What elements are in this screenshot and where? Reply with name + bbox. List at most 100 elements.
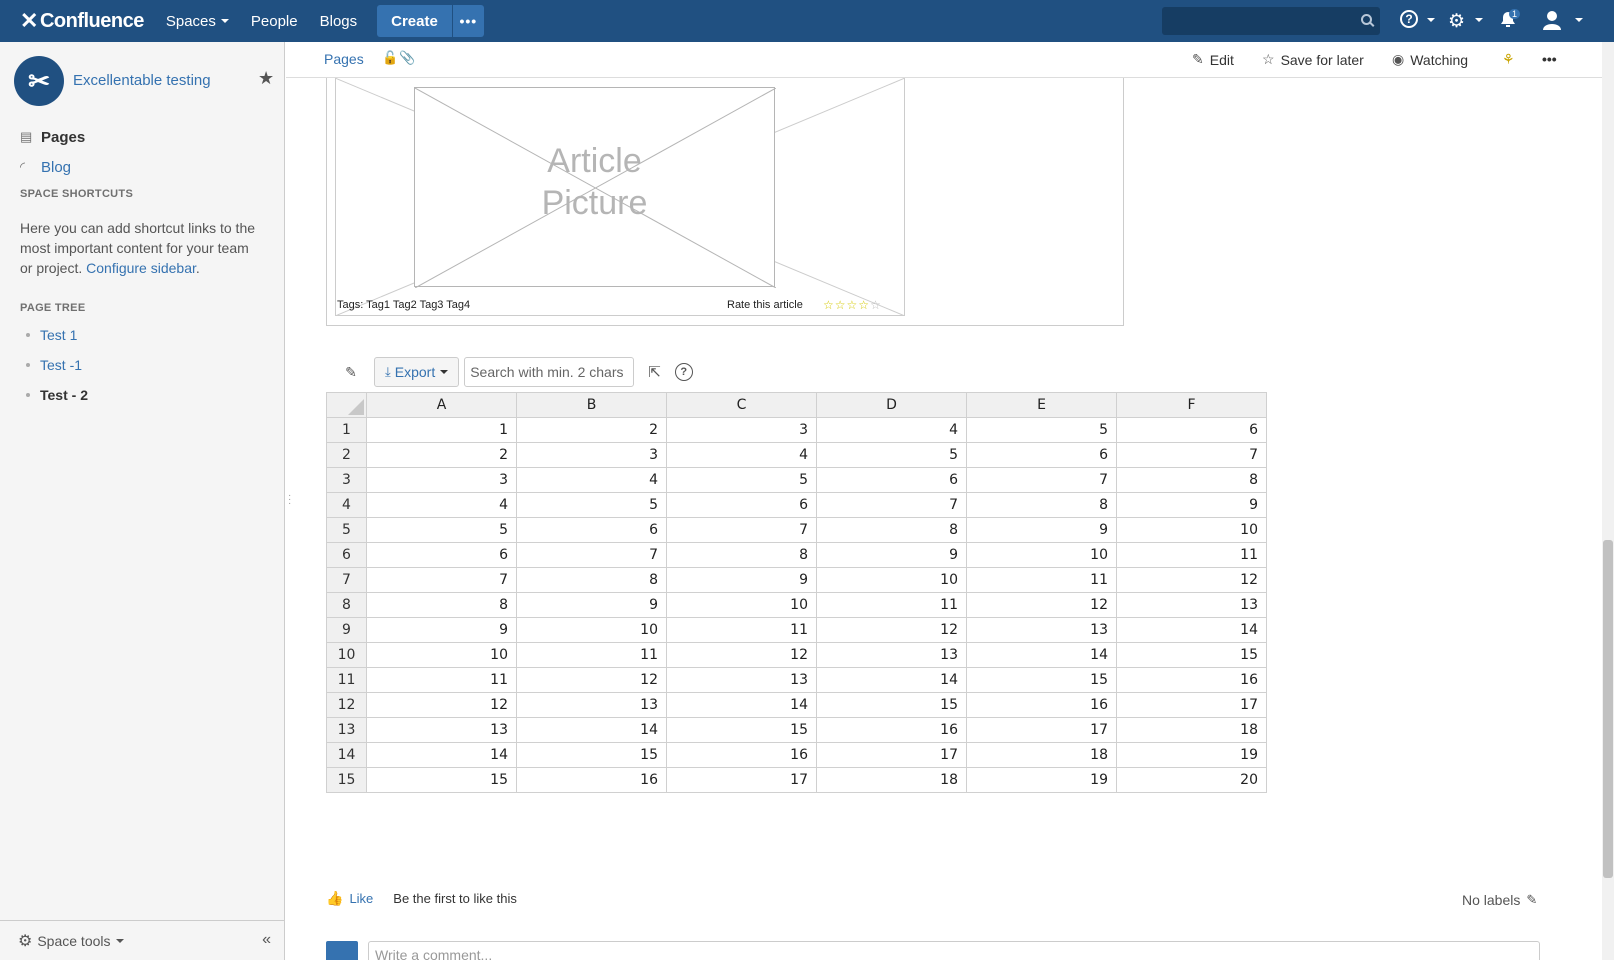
table-cell[interactable]: 16 (666, 742, 817, 768)
table-cell[interactable]: 17 (966, 717, 1117, 743)
table-cell[interactable]: 2 (366, 442, 517, 468)
table-cell[interactable]: 9 (966, 517, 1117, 543)
table-cell[interactable]: 6 (966, 442, 1117, 468)
pencil-icon[interactable]: ✎ (336, 364, 366, 381)
table-cell[interactable]: 11 (816, 592, 967, 618)
table-cell[interactable]: 10 (666, 592, 817, 618)
scrollbar-thumb[interactable] (1603, 540, 1613, 878)
table-cell[interactable]: 17 (666, 767, 817, 793)
table-cell[interactable]: 18 (966, 742, 1117, 768)
help-icon[interactable]: ? (674, 363, 693, 381)
table-cell[interactable]: 3 (516, 442, 667, 468)
gear-chevron-icon[interactable] (1470, 18, 1483, 22)
thumbs-up-icon[interactable]: 👍 (326, 890, 343, 907)
row-header[interactable]: 14 (326, 742, 367, 768)
row-header[interactable]: 12 (326, 692, 367, 718)
row-header[interactable]: 4 (326, 492, 367, 518)
table-cell[interactable]: 13 (1116, 592, 1267, 618)
table-cell[interactable]: 13 (516, 692, 667, 718)
search-input[interactable] (1162, 7, 1380, 35)
table-cell[interactable]: 9 (1116, 492, 1267, 518)
table-cell[interactable]: 16 (1116, 667, 1267, 693)
column-header[interactable]: E (966, 392, 1117, 418)
table-cell[interactable]: 16 (816, 717, 967, 743)
row-header[interactable]: 15 (326, 767, 367, 793)
table-cell[interactable]: 11 (666, 617, 817, 643)
table-search-input[interactable] (464, 357, 635, 387)
user-icon[interactable] (1542, 10, 1562, 30)
table-cell[interactable]: 8 (516, 567, 667, 593)
table-cell[interactable]: 15 (666, 717, 817, 743)
table-cell[interactable]: 10 (366, 642, 517, 668)
table-cell[interactable]: 7 (366, 567, 517, 593)
table-cell[interactable]: 12 (666, 642, 817, 668)
table-cell[interactable]: 15 (516, 742, 667, 768)
rating-star-icon[interactable]: ☆ (858, 298, 870, 312)
table-cell[interactable]: 9 (366, 617, 517, 643)
column-header[interactable]: F (1116, 392, 1267, 418)
share-link-icon[interactable]: ⚘ (1502, 51, 1515, 68)
table-cell[interactable]: 15 (366, 767, 517, 793)
row-header[interactable]: 5 (326, 517, 367, 543)
table-cell[interactable]: 12 (816, 617, 967, 643)
paperclip-icon[interactable]: 📎 (399, 50, 415, 66)
table-cell[interactable]: 5 (816, 442, 967, 468)
search-icon[interactable] (1361, 14, 1372, 25)
table-cell[interactable]: 7 (1116, 442, 1267, 468)
table-cell[interactable]: 18 (816, 767, 967, 793)
table-cell[interactable]: 16 (516, 767, 667, 793)
table-cell[interactable]: 8 (816, 517, 967, 543)
table-cell[interactable]: 14 (366, 742, 517, 768)
row-header[interactable]: 10 (326, 642, 367, 668)
table-cell[interactable]: 17 (816, 742, 967, 768)
table-cell[interactable]: 19 (966, 767, 1117, 793)
rating-star-icon[interactable]: ☆ (847, 298, 859, 312)
space-tools-button[interactable]: ⚙ Space tools (18, 931, 124, 951)
table-cell[interactable]: 11 (966, 567, 1117, 593)
table-cell[interactable]: 10 (516, 617, 667, 643)
table-cell[interactable]: 5 (516, 492, 667, 518)
lock-icon[interactable]: 🔓 (382, 50, 398, 66)
collapse-icon[interactable]: « (262, 931, 271, 949)
table-cell[interactable]: 9 (816, 542, 967, 568)
table-cell[interactable]: 13 (966, 617, 1117, 643)
table-cell[interactable]: 3 (366, 467, 517, 493)
sidebar-item-blog[interactable]: ◜ Blog (20, 152, 85, 182)
table-cell[interactable]: 4 (666, 442, 817, 468)
row-header[interactable]: 9 (326, 617, 367, 643)
column-header[interactable]: D (816, 392, 967, 418)
space-logo-icon[interactable]: ✂ (14, 56, 64, 106)
user-chevron-icon[interactable] (1570, 18, 1583, 22)
table-cell[interactable]: 6 (516, 517, 667, 543)
row-header[interactable]: 3 (326, 467, 367, 493)
table-cell[interactable]: 1 (366, 417, 517, 443)
table-cell[interactable]: 2 (516, 417, 667, 443)
table-cell[interactable]: 10 (1116, 517, 1267, 543)
create-button[interactable]: Create (377, 5, 452, 37)
tree-item-test-1[interactable]: Test 1 (26, 320, 88, 350)
help-chevron-icon[interactable] (1422, 18, 1435, 22)
table-cell[interactable]: 3 (666, 417, 817, 443)
table-cell[interactable]: 6 (666, 492, 817, 518)
table-cell[interactable]: 6 (366, 542, 517, 568)
table-cell[interactable]: 12 (1116, 567, 1267, 593)
table-cell[interactable]: 4 (366, 492, 517, 518)
create-more-button[interactable]: ••• (451, 5, 484, 37)
pencil-icon[interactable]: ✎ (1526, 892, 1537, 908)
table-cell[interactable]: 7 (816, 492, 967, 518)
table-cell[interactable]: 5 (966, 417, 1117, 443)
rating-star-icon[interactable]: ☆ (835, 298, 847, 312)
column-header[interactable]: A (366, 392, 517, 418)
table-cell[interactable]: 12 (966, 592, 1117, 618)
table-cell[interactable]: 11 (516, 642, 667, 668)
table-cell[interactable]: 4 (516, 467, 667, 493)
export-button[interactable]: ⤓ Export (374, 357, 460, 387)
help-icon[interactable]: ? (1400, 10, 1418, 28)
rating-star-icon[interactable]: ☆ (870, 298, 882, 312)
watching-button[interactable]: ◉ Watching (1392, 51, 1468, 68)
nav-blogs[interactable]: Blogs (320, 13, 358, 30)
table-cell[interactable]: 8 (366, 592, 517, 618)
table-cell[interactable]: 13 (366, 717, 517, 743)
table-cell[interactable]: 18 (1116, 717, 1267, 743)
share-icon[interactable]: ⇱ (648, 363, 661, 381)
